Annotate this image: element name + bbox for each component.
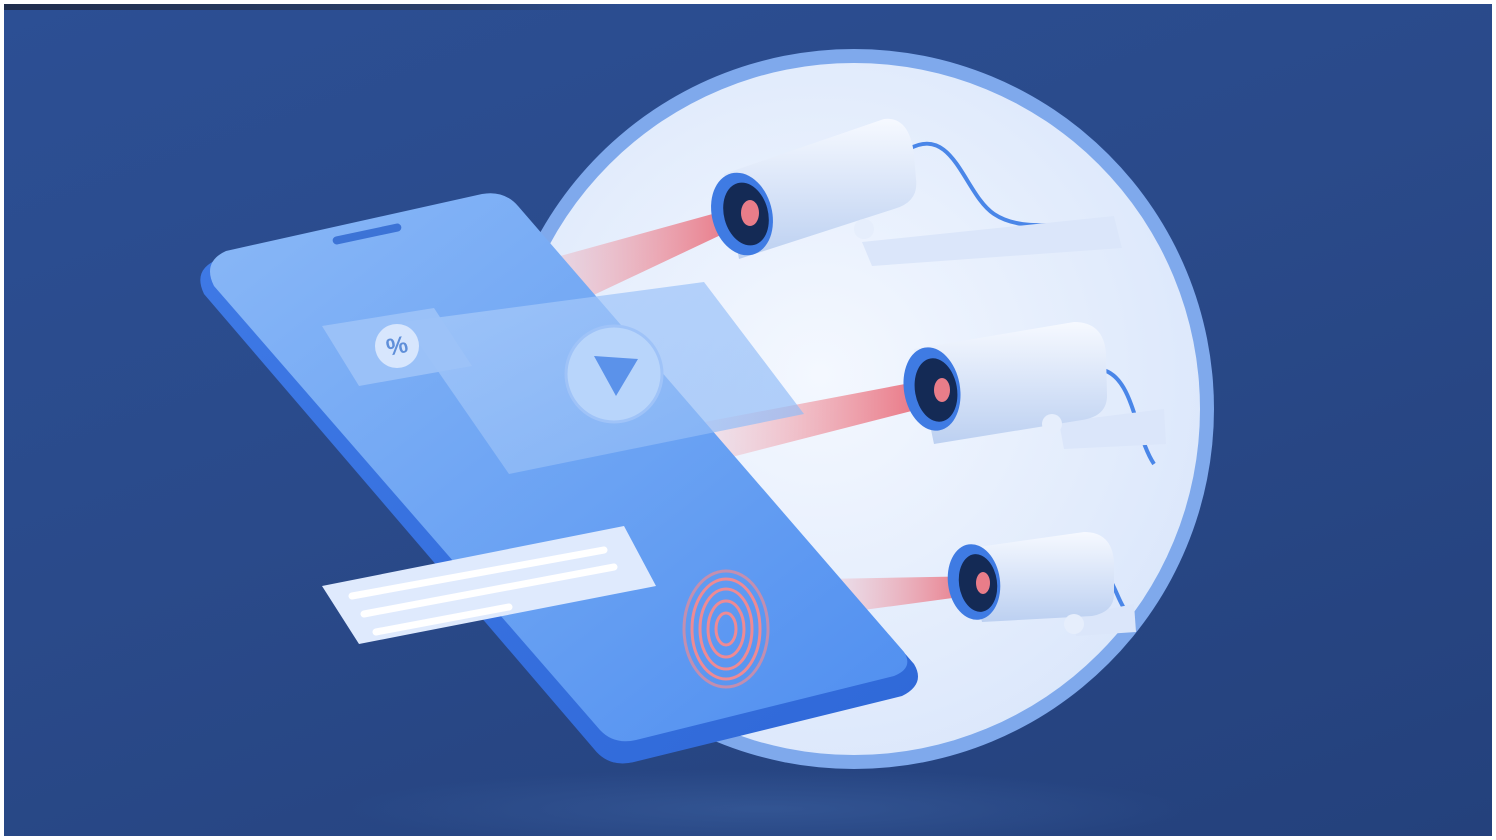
floor-glow [344,769,1184,836]
illustration-frame: % [4,4,1492,836]
surveillance-illustration: % [200,49,1214,836]
